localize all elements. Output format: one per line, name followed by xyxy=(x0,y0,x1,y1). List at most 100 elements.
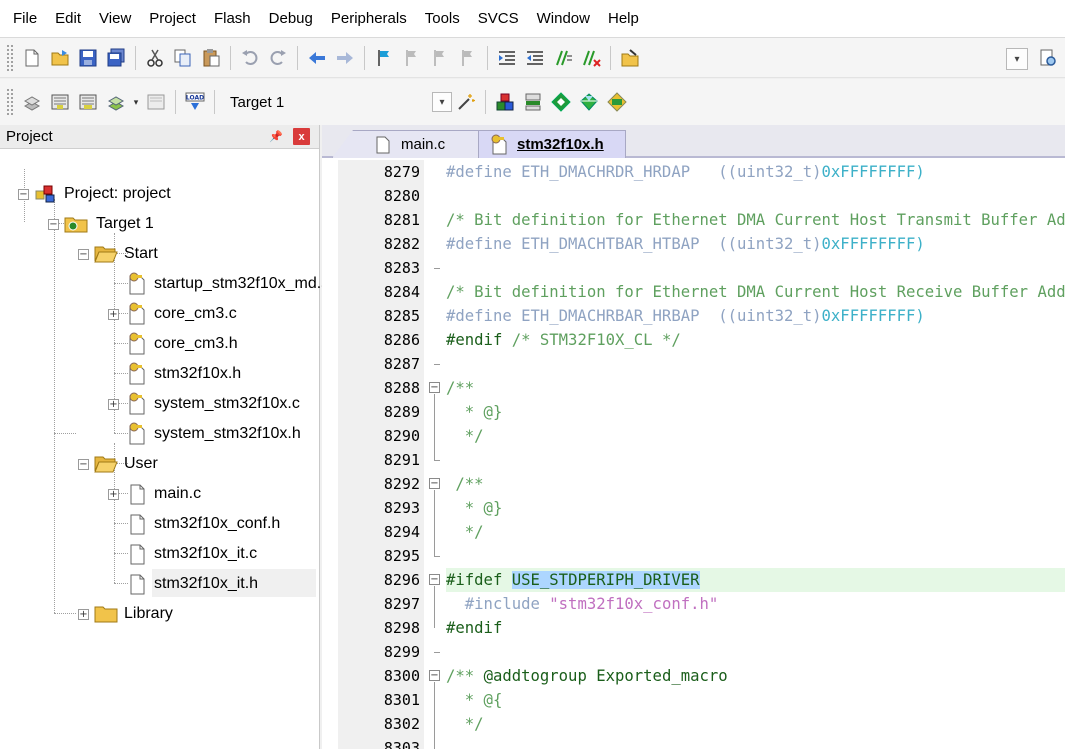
tab-main-c[interactable]: main.c xyxy=(332,130,482,158)
tree-file[interactable]: core_cm3.c xyxy=(126,299,237,329)
menu-flash[interactable]: Flash xyxy=(205,0,260,38)
tree-group-user[interactable]: User xyxy=(94,449,158,479)
chevron-down-icon[interactable]: ▾ xyxy=(432,92,452,112)
open-folder-icon xyxy=(94,456,118,473)
new-file-button[interactable] xyxy=(20,46,44,70)
uncomment-selection-button[interactable] xyxy=(579,46,603,70)
tree-file[interactable]: stm32f10x_conf.h xyxy=(126,509,280,539)
green-diamond-icon xyxy=(551,92,571,112)
menu-peripherals[interactable]: Peripherals xyxy=(322,0,416,38)
event-recorder-button[interactable] xyxy=(605,90,629,114)
menu-view[interactable]: View xyxy=(90,0,140,38)
insert-bookmark-button[interactable] xyxy=(372,46,396,70)
collapse-group-start-toggle[interactable]: − xyxy=(78,249,89,260)
fold-line xyxy=(434,394,435,460)
target-select[interactable]: Target 1 ▾ xyxy=(220,89,452,115)
find-in-files-button[interactable] xyxy=(618,46,642,70)
fold-toggle-icon[interactable]: − xyxy=(429,574,440,585)
build-button[interactable] xyxy=(48,90,72,114)
breakpoint-margin[interactable] xyxy=(322,160,338,749)
expand-file-toggle[interactable]: + xyxy=(108,489,119,500)
navigate-forward-button[interactable] xyxy=(333,46,357,70)
menu-file[interactable]: File xyxy=(4,0,46,38)
stop-build-button[interactable] xyxy=(144,90,168,114)
fold-toggle-icon[interactable]: − xyxy=(429,478,440,489)
expand-group-library-toggle[interactable]: + xyxy=(78,609,89,620)
close-icon[interactable]: x xyxy=(293,128,310,145)
tree-file[interactable]: stm32f10x.h xyxy=(126,359,241,389)
save-button[interactable] xyxy=(76,46,100,70)
batch-build-dropdown[interactable]: ▾ xyxy=(130,92,142,112)
unindent-button[interactable] xyxy=(523,46,547,70)
code-text-area[interactable]: #define ETH_DMACHRDR_HRDAP ((uint32_t)0x… xyxy=(446,160,1065,749)
tree-target-1[interactable]: Target 1 xyxy=(64,209,154,239)
target-options-button[interactable] xyxy=(454,90,478,114)
fold-toggle-icon[interactable]: − xyxy=(429,382,440,393)
tree-file[interactable]: main.c xyxy=(126,479,201,509)
flag-prev-icon xyxy=(406,49,416,66)
tab-stm32f10x-h[interactable]: stm32f10x.h xyxy=(478,130,626,158)
redo-button[interactable] xyxy=(266,46,290,70)
flag-next-icon xyxy=(434,49,444,66)
toolbar-grip[interactable] xyxy=(6,43,14,72)
tree-group-start[interactable]: Start xyxy=(94,239,158,269)
expand-file-toggle[interactable]: + xyxy=(108,309,119,320)
download-button[interactable]: LOAD xyxy=(183,90,207,114)
fold-toggle-icon[interactable]: − xyxy=(429,670,440,681)
menu-window[interactable]: Window xyxy=(528,0,599,38)
prev-bookmark-button[interactable] xyxy=(400,46,424,70)
undo-button[interactable] xyxy=(238,46,262,70)
tree-file[interactable]: startup_stm32f10x_md.s xyxy=(126,269,329,299)
expand-file-toggle[interactable]: + xyxy=(108,399,119,410)
tree-file-selected[interactable]: stm32f10x_it.h xyxy=(126,569,258,599)
copy-button[interactable] xyxy=(171,46,195,70)
code-keyword: #endif xyxy=(446,331,503,349)
pack-installer-button[interactable] xyxy=(577,90,601,114)
menu-svcs[interactable]: SVCS xyxy=(469,0,528,38)
menu-project[interactable]: Project xyxy=(140,0,205,38)
select-software-packs-button[interactable] xyxy=(549,90,573,114)
pin-icon[interactable]: 📌 xyxy=(269,129,283,143)
project-panel-header: Project 📌 x xyxy=(0,125,319,149)
line-number: 8297 xyxy=(383,595,420,613)
folder-icon xyxy=(94,606,118,623)
tree-label: Start xyxy=(124,245,158,262)
code-line: #define ETH_DMACHRDR_HRDAP ((uint32_t)0x… xyxy=(446,160,925,184)
menu-help[interactable]: Help xyxy=(599,0,648,38)
tree-file[interactable]: stm32f10x_it.c xyxy=(126,539,257,569)
clear-bookmarks-button[interactable] xyxy=(456,46,480,70)
next-bookmark-button[interactable] xyxy=(428,46,452,70)
tree-file[interactable]: system_stm32f10x.h xyxy=(126,419,301,449)
find-combo-dropdown[interactable]: ▾ xyxy=(1006,48,1028,70)
manage-components-button[interactable] xyxy=(493,90,517,114)
diamond-pack-icon xyxy=(580,93,598,111)
batch-build-button[interactable] xyxy=(104,90,128,114)
tree-file[interactable]: system_stm32f10x.c xyxy=(126,389,300,419)
save-all-icon xyxy=(107,48,125,66)
code-string: "stm32f10x_conf.h" xyxy=(549,595,719,613)
save-all-button[interactable] xyxy=(104,46,128,70)
tree-label: stm32f10x_it.h xyxy=(154,575,259,592)
comment-selection-button[interactable] xyxy=(551,46,575,70)
open-file-button[interactable] xyxy=(48,46,72,70)
tree-root-project[interactable]: Project: project xyxy=(34,179,171,209)
indent-button[interactable] xyxy=(495,46,519,70)
collapse-root-toggle[interactable]: − xyxy=(18,189,29,200)
cut-button[interactable] xyxy=(143,46,167,70)
tree-group-library[interactable]: Library xyxy=(94,599,173,629)
collapse-target-toggle[interactable]: − xyxy=(48,219,59,230)
translate-button[interactable] xyxy=(20,90,44,114)
menu-debug[interactable]: Debug xyxy=(260,0,322,38)
tree-label: stm32f10x_conf.h xyxy=(154,515,281,532)
rebuild-button[interactable] xyxy=(76,90,100,114)
navigate-back-button[interactable] xyxy=(305,46,329,70)
toolbar-grip[interactable] xyxy=(6,88,14,116)
line-number: 8301 xyxy=(383,691,420,709)
collapse-group-user-toggle[interactable]: − xyxy=(78,459,89,470)
tree-file[interactable]: core_cm3.h xyxy=(126,329,238,359)
file-extensions-button[interactable] xyxy=(521,90,545,114)
menu-tools[interactable]: Tools xyxy=(416,0,469,38)
find-button[interactable] xyxy=(1036,46,1060,70)
menu-edit[interactable]: Edit xyxy=(46,0,90,38)
paste-button[interactable] xyxy=(199,46,223,70)
